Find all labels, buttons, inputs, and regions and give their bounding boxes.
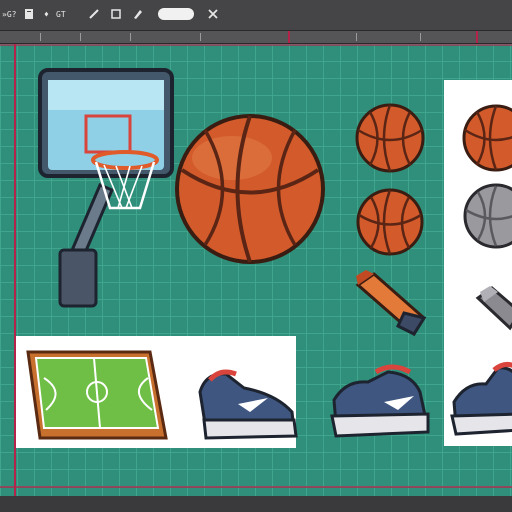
sneaker-3[interactable]: [0, 0, 512, 512]
status-bar: [0, 496, 512, 512]
